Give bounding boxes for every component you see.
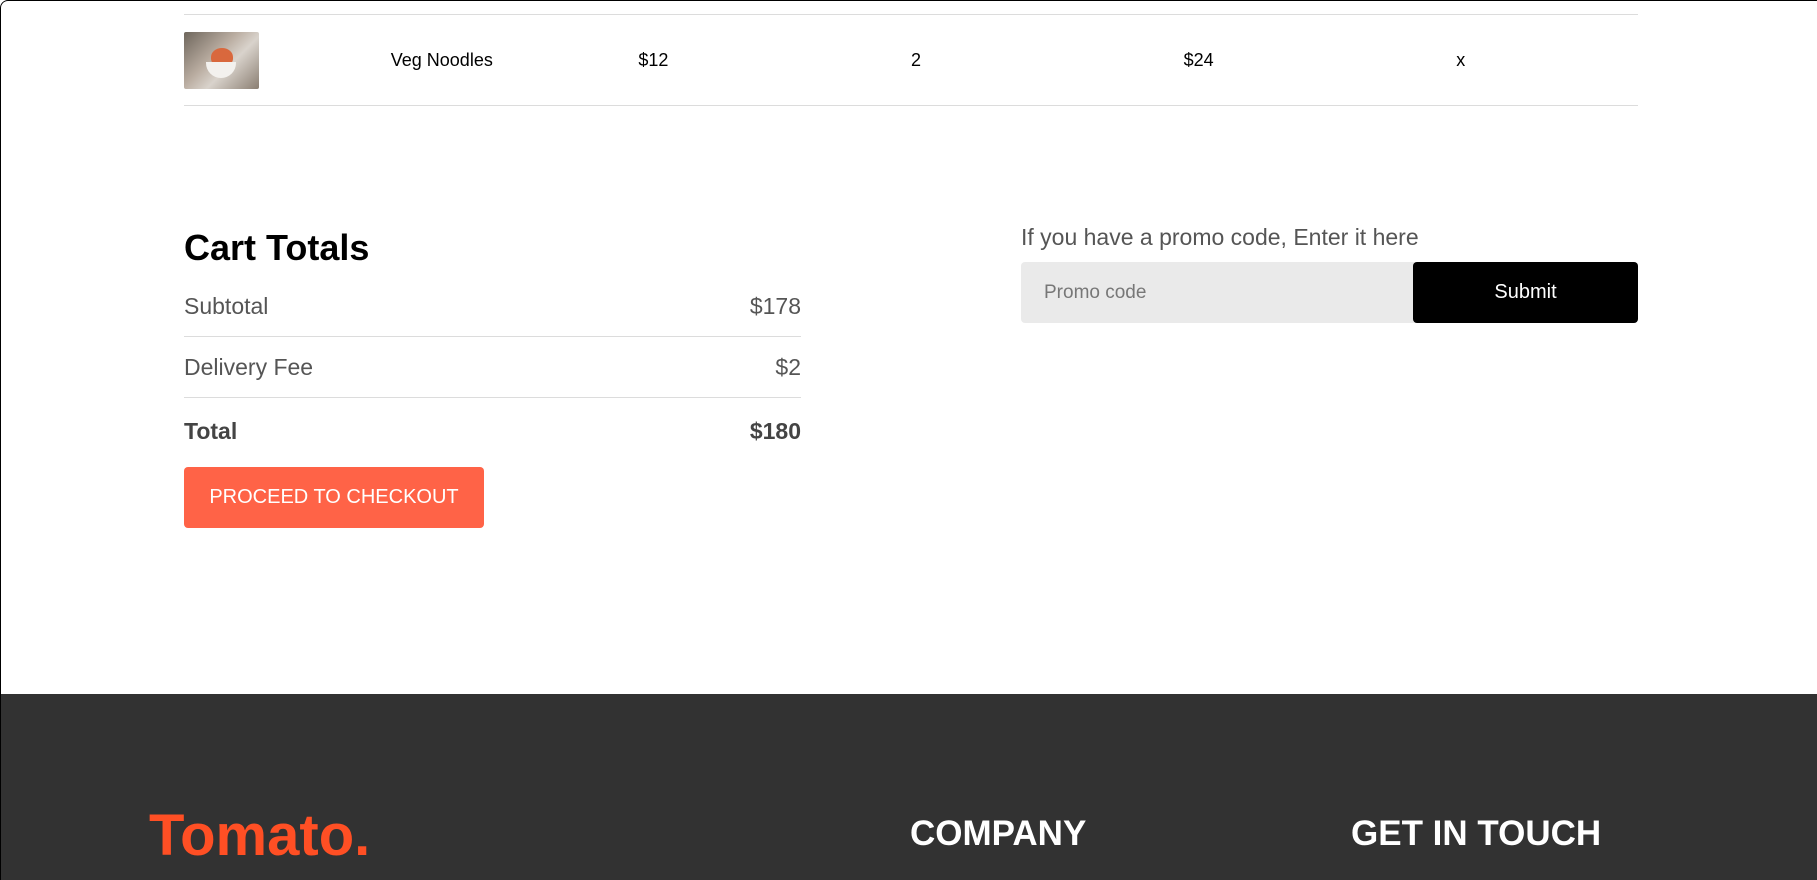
cart-main: Veg Noodles $12 2 $24 x Cart Totals Subt… <box>184 1 1638 528</box>
delivery-fee-label: Delivery Fee <box>184 353 314 380</box>
item-quantity: 2 <box>911 49 922 70</box>
promo-code-input[interactable] <box>1021 262 1413 323</box>
remove-item-button[interactable]: x <box>1456 50 1638 71</box>
footer: Tomato. COMPANY GET IN TOUCH <box>1 694 1817 880</box>
total-line: Total $180 <box>184 404 801 458</box>
item-price: $12 <box>638 49 669 70</box>
subtotal-value: $178 <box>749 292 801 319</box>
footer-get-in-touch-heading: GET IN TOUCH <box>1351 814 1602 853</box>
total-label: Total <box>184 417 238 444</box>
promo-input-group: Submit <box>1021 262 1638 323</box>
footer-company-heading: COMPANY <box>910 814 1087 853</box>
delivery-fee-line: Delivery Fee $2 <box>184 343 801 391</box>
total-value: $180 <box>749 417 801 444</box>
cart-page: Veg Noodles $12 2 $24 x Cart Totals Subt… <box>0 0 1817 880</box>
bowl-shape <box>206 61 236 78</box>
delivery-fee-value: $2 <box>775 353 801 380</box>
subtotal-label: Subtotal <box>184 292 269 319</box>
promo-prompt: If you have a promo code, Enter it here <box>1021 224 1419 250</box>
item-name: Veg Noodles <box>390 49 493 70</box>
promo-section: If you have a promo code, Enter it here … <box>1021 224 1638 528</box>
promo-submit-button[interactable]: Submit <box>1413 262 1638 323</box>
cart-totals-title: Cart Totals <box>184 227 370 268</box>
cart-totals: Cart Totals Subtotal $178 Delivery Fee $… <box>184 226 801 528</box>
proceed-to-checkout-button[interactable]: PROCEED TO CHECKOUT <box>184 467 484 528</box>
footer-logo: Tomato. <box>149 803 371 868</box>
divider <box>184 397 801 398</box>
food-thumbnail <box>184 31 259 89</box>
cart-bottom: Cart Totals Subtotal $178 Delivery Fee $… <box>184 224 1638 528</box>
subtotal-line: Subtotal $178 <box>184 282 801 330</box>
divider <box>184 105 1638 106</box>
divider <box>184 336 801 337</box>
cart-item-row: Veg Noodles $12 2 $24 x <box>184 15 1638 105</box>
item-total: $24 <box>1183 49 1214 70</box>
